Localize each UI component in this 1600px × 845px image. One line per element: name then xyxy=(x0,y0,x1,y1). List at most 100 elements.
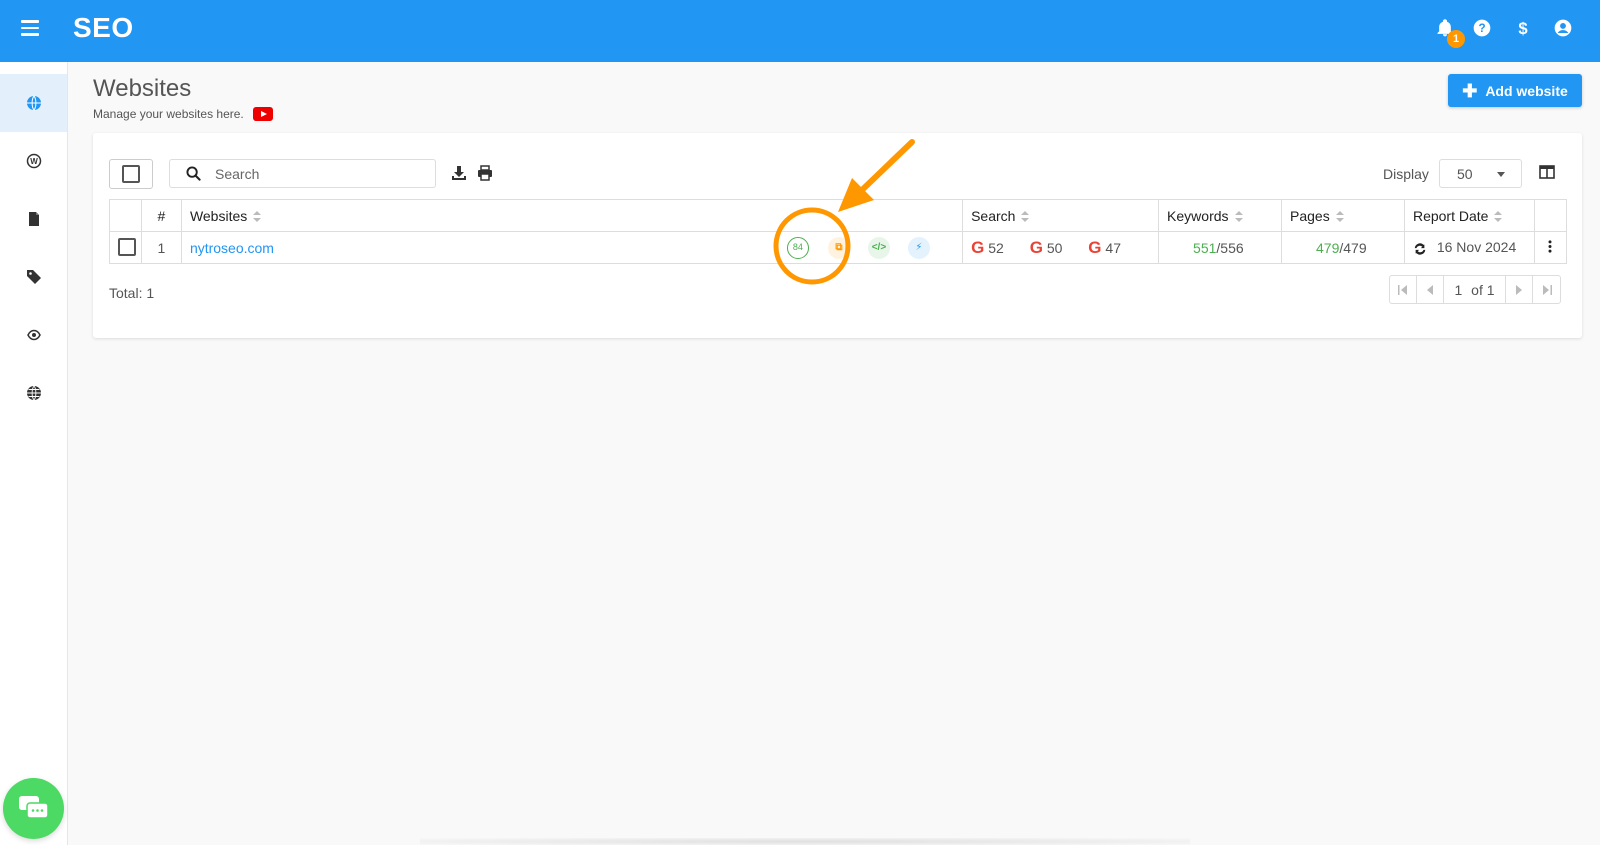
tag-icon xyxy=(26,270,41,284)
youtube-icon[interactable] xyxy=(252,107,273,121)
last-page-button[interactable] xyxy=(1533,276,1560,303)
first-page-icon xyxy=(1398,284,1407,295)
page-current[interactable]: 1 xyxy=(1454,282,1462,298)
websites-table: # Websites Search Keywords Pages Report … xyxy=(109,199,1568,264)
chevron-down-icon xyxy=(1497,172,1505,177)
display-select[interactable]: 50 xyxy=(1439,159,1522,188)
google-icon: G xyxy=(971,237,985,257)
row-actions-cell xyxy=(1533,231,1568,264)
speed-icon[interactable]: ⚡ xyxy=(907,237,930,259)
header-pages-label: Pages xyxy=(1290,207,1330,224)
header-keywords-label: Keywords xyxy=(1167,207,1229,224)
google-rank-2: 50 xyxy=(1046,239,1063,256)
header-report-date[interactable]: Report Date xyxy=(1403,199,1535,232)
language-icon xyxy=(26,385,41,401)
report-date: 16 Nov 2024 xyxy=(1436,239,1517,256)
account-icon[interactable] xyxy=(1553,18,1575,40)
svg-text:?: ? xyxy=(1478,22,1485,35)
top-bar: SEO 1 ? $ xyxy=(0,0,1600,62)
next-page-button[interactable] xyxy=(1506,276,1533,303)
header-keywords[interactable]: Keywords xyxy=(1158,199,1282,232)
refresh-icon[interactable] xyxy=(1413,242,1427,256)
page-info: 1 of 1 xyxy=(1444,276,1506,303)
sidebar-item-monitor[interactable] xyxy=(0,306,67,364)
columns-icon[interactable] xyxy=(1539,165,1555,179)
header-search[interactable]: Search xyxy=(962,199,1160,232)
eye-sync-icon xyxy=(26,329,41,341)
select-all-checkbox[interactable] xyxy=(122,165,140,183)
websites-card: Display 50 # Websites Search Keywords Pa… xyxy=(93,133,1582,338)
first-page-button[interactable] xyxy=(1390,276,1417,303)
page-of: of 1 xyxy=(1471,281,1495,298)
select-all-dropdown[interactable] xyxy=(109,159,153,189)
last-page-icon xyxy=(1542,284,1552,295)
header-websites-label: Websites xyxy=(189,207,248,224)
google-rank-1: 52 xyxy=(988,239,1004,256)
total-count: Total: 1 xyxy=(109,285,155,301)
sort-icon xyxy=(1234,210,1243,223)
file-icon xyxy=(28,212,39,226)
row-pages-cell[interactable]: 479/479 xyxy=(1281,231,1405,264)
sidebar-item-keywords[interactable] xyxy=(0,248,67,306)
print-icon[interactable] xyxy=(477,165,493,181)
header-search-label: Search xyxy=(971,207,1016,224)
sort-icon xyxy=(1494,210,1503,223)
more-vert-icon[interactable] xyxy=(1548,239,1552,253)
page-subtitle: Manage your websites here. xyxy=(93,107,273,121)
report-icon[interactable]: ⧉ xyxy=(827,237,850,259)
wordpress-icon: W xyxy=(26,153,41,169)
page-title: Websites xyxy=(93,75,192,102)
header-websites[interactable]: Websites xyxy=(180,199,964,232)
prev-page-icon xyxy=(1427,284,1433,295)
header-pages[interactable]: Pages xyxy=(1281,199,1405,232)
table-row: 1 nytroseo.com 84 ⧉ </> ⚡ G 52 G 50 G 47… xyxy=(109,231,1568,264)
sort-icon xyxy=(253,210,262,223)
prev-page-button[interactable] xyxy=(1417,276,1444,303)
row-search-cell: G 52 G 50 G 47 xyxy=(962,231,1160,264)
website-link[interactable]: nytroseo.com xyxy=(190,240,274,256)
notification-badge: 1 xyxy=(1447,30,1465,48)
svg-text:W: W xyxy=(30,157,38,166)
display-value: 50 xyxy=(1457,166,1473,182)
sidebar-item-wordpress[interactable]: W xyxy=(0,132,67,190)
chat-button[interactable] xyxy=(3,778,64,839)
code-icon[interactable]: </> xyxy=(867,237,890,259)
dollar-icon[interactable]: $ xyxy=(1513,18,1535,40)
plus-icon: ✚ xyxy=(1462,80,1478,101)
google-icon: G xyxy=(1088,237,1102,257)
row-checkbox[interactable] xyxy=(118,238,136,256)
pages-total: /479 xyxy=(1339,239,1367,256)
menu-icon[interactable] xyxy=(21,20,39,36)
sidebar-item-languages[interactable] xyxy=(0,364,67,422)
header-select xyxy=(109,199,142,232)
app-title: SEO xyxy=(73,12,134,43)
help-icon[interactable]: ? xyxy=(1472,18,1494,40)
header-report-date-label: Report Date xyxy=(1412,207,1489,224)
search-box xyxy=(169,159,436,188)
add-website-button[interactable]: ✚ Add website xyxy=(1448,74,1582,107)
download-icon[interactable] xyxy=(451,165,467,181)
sidebar: W xyxy=(0,62,68,845)
search-icon xyxy=(186,166,201,181)
sidebar-item-websites[interactable] xyxy=(0,74,67,132)
keywords-total: /556 xyxy=(1216,239,1244,256)
globe-icon xyxy=(26,95,41,111)
row-num: 1 xyxy=(140,231,182,264)
row-report-date-cell: 16 Nov 2024 xyxy=(1403,231,1535,264)
display-label: Display xyxy=(1383,166,1429,182)
google-icon: G xyxy=(1029,237,1043,257)
next-page-icon xyxy=(1516,284,1522,295)
header-num: # xyxy=(140,199,182,232)
add-website-label: Add website xyxy=(1485,82,1568,99)
bell-icon[interactable]: 1 xyxy=(1435,18,1465,48)
google-rank-3: 47 xyxy=(1105,239,1121,256)
table-header-row: # Websites Search Keywords Pages Report … xyxy=(109,199,1568,232)
seo-score-badge[interactable]: 84 xyxy=(786,237,809,259)
chat-icon xyxy=(18,795,49,819)
row-website-cell: nytroseo.com 84 ⧉ </> ⚡ xyxy=(180,231,964,264)
sidebar-item-pages[interactable] xyxy=(0,190,67,248)
bottom-shadow xyxy=(420,838,1190,845)
pagination: 1 of 1 xyxy=(1389,275,1561,304)
row-keywords-cell[interactable]: 551/556 xyxy=(1158,231,1282,264)
search-input[interactable] xyxy=(215,165,425,182)
